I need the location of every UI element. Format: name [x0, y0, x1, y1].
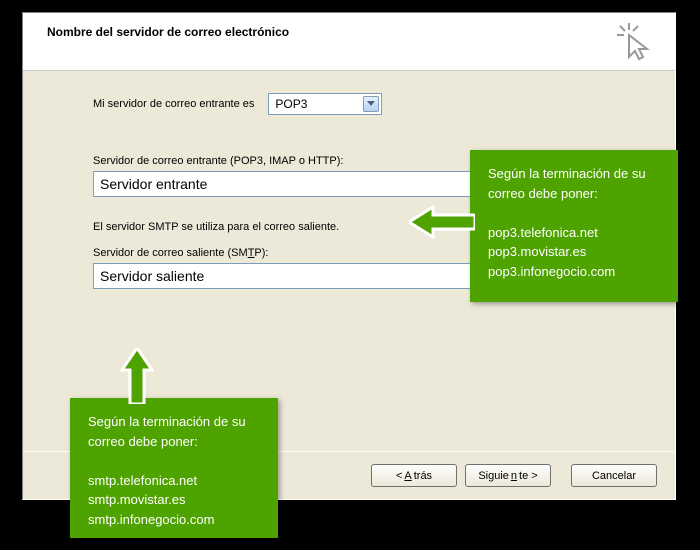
cancel-button[interactable]: Cancelar — [571, 464, 657, 487]
hint-text: Según la terminación de su correo debe p… — [88, 412, 260, 451]
next-button[interactable]: Siguiente > — [465, 464, 551, 487]
hint-option: smtp.infonegocio.com — [88, 510, 260, 530]
hint-option: pop3.telefonica.net — [488, 223, 660, 243]
hint-option: pop3.infonegocio.com — [488, 262, 660, 282]
arrow-left-icon — [409, 205, 475, 242]
hint-popup-incoming: Según la terminación de su correo debe p… — [470, 150, 678, 302]
arrow-up-icon — [120, 348, 154, 407]
dialog-header: Nombre del servidor de correo electrónic… — [23, 13, 675, 71]
cursor-icon — [617, 21, 655, 66]
hint-option: smtp.movistar.es — [88, 490, 260, 510]
incoming-type-select[interactable]: POP3 — [268, 93, 382, 115]
incoming-type-label: Mi servidor de correo entrante es — [93, 98, 254, 110]
dialog-title: Nombre del servidor de correo electrónic… — [47, 25, 659, 39]
hint-option: pop3.movistar.es — [488, 242, 660, 262]
hint-option: smtp.telefonica.net — [88, 471, 260, 491]
hint-popup-outgoing: Según la terminación de su correo debe p… — [70, 398, 278, 538]
back-button[interactable]: < Atrás — [371, 464, 457, 487]
hint-text: Según la terminación de su correo debe p… — [488, 164, 660, 203]
chevron-down-icon[interactable] — [363, 96, 379, 112]
incoming-type-value: POP3 — [275, 97, 307, 111]
